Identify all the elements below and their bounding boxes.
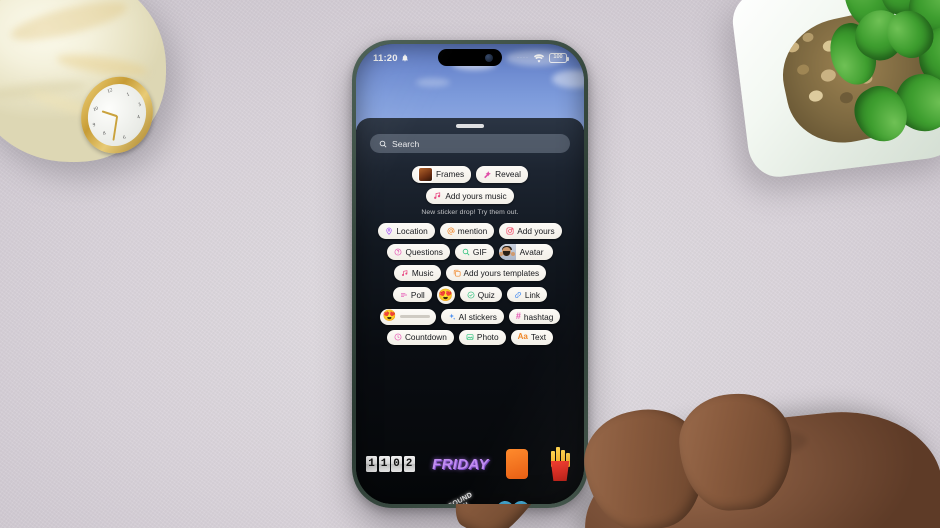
- hash-icon: #: [515, 311, 521, 321]
- search-placeholder: Search: [392, 138, 420, 149]
- chip-label: GIF: [472, 246, 487, 257]
- chip-quiz[interactable]: Quiz: [459, 286, 502, 303]
- succulent-in-white-pot: [729, 0, 940, 181]
- sticker-tray-sheet: Search Frames Reveal Add yours music New…: [356, 118, 584, 504]
- sound-on-sticker[interactable]: SOUNDON: [434, 492, 474, 504]
- sticker-row-2: Questions GIF Avatar: [356, 243, 584, 260]
- search-icon: [462, 248, 470, 256]
- chip-label: Music: [411, 267, 434, 278]
- chip-text[interactable]: Aa Text: [510, 329, 554, 345]
- marble-desk-clock: 12 3 6 9 1 4 8 10: [0, 0, 184, 174]
- heart-eyes-emoji: 😍: [438, 287, 454, 302]
- sticker-grid: 1 1 0 2 FRIDAY F: [356, 434, 584, 504]
- smartphone: 11:20 ···· 100 Search Frames Reveal Add …: [352, 40, 588, 508]
- signal-dots-icon: ····: [517, 55, 529, 61]
- phone-screen[interactable]: 11:20 ···· 100 Search Frames Reveal Add …: [356, 44, 584, 504]
- chip-label: Add yours music: [445, 190, 507, 201]
- sticker-row-6: Countdown Photo Aa Text: [356, 329, 584, 345]
- chip-photo[interactable]: Photo: [458, 329, 506, 345]
- pin-icon: [386, 227, 393, 235]
- sparkle-icon: [448, 313, 455, 320]
- chip-label: Photo: [476, 332, 499, 343]
- chip-label: Avatar: [519, 246, 544, 257]
- chip-location[interactable]: Location: [378, 223, 435, 239]
- chip-add-yours-music[interactable]: Add yours music: [426, 187, 514, 204]
- chip-avatar[interactable]: Avatar: [498, 243, 553, 260]
- photo-icon: [466, 334, 474, 341]
- status-time: 11:20: [373, 52, 398, 64]
- music-note-icon: [401, 269, 408, 276]
- status-bar: 11:20 ···· 100: [356, 44, 584, 72]
- chip-label: mention: [457, 225, 488, 236]
- featured-row-2: Add yours music: [356, 187, 584, 204]
- reveal-icon: [484, 170, 492, 178]
- orange-sticker[interactable]: [506, 449, 529, 479]
- chip-label: hashtag: [523, 311, 554, 322]
- chip-questions[interactable]: Questions: [387, 244, 450, 260]
- chip-ai-stickers[interactable]: AI stickers: [440, 308, 504, 325]
- music-note-icon: [434, 192, 441, 200]
- emoji-slider-track[interactable]: [400, 315, 430, 318]
- chip-label: Poll: [410, 289, 425, 300]
- chip-frames[interactable]: Frames: [412, 166, 472, 183]
- chip-countdown[interactable]: Countdown: [386, 329, 454, 345]
- sticker-grid-row: FRIYAY SOUNDON: [366, 490, 574, 504]
- chip-label: Add yours templates: [463, 267, 540, 278]
- chip-label: Reveal: [495, 169, 521, 180]
- blue-heart-sticker[interactable]: [497, 501, 529, 504]
- chip-gif[interactable]: GIF: [454, 244, 494, 260]
- chip-label: Link: [524, 289, 541, 300]
- chip-reveal[interactable]: Reveal: [476, 166, 528, 183]
- sticker-drop-note: New sticker drop! Try them out.: [421, 209, 519, 216]
- chip-hashtag[interactable]: # hashtag: [508, 308, 561, 325]
- at-icon: [447, 227, 455, 235]
- flip-clock-sticker[interactable]: 1 1 0 2: [366, 456, 415, 472]
- chip-label: Location: [396, 225, 428, 236]
- chip-music[interactable]: Music: [393, 265, 441, 281]
- avatar-thumbnail-icon: [498, 244, 516, 260]
- chip-rows: Frames Reveal Add yours music New sticke…: [356, 166, 584, 350]
- bell-icon: [401, 54, 408, 62]
- chip-label: Add yours: [517, 225, 555, 236]
- fries-sticker[interactable]: [546, 447, 574, 481]
- chip-label: Countdown: [404, 332, 447, 343]
- chip-link[interactable]: Link: [506, 286, 548, 303]
- question-circle-icon: [395, 248, 402, 256]
- sticker-row-1: Location mention Add yours: [356, 223, 584, 239]
- chip-label: Frames: [436, 169, 465, 180]
- heart-eyes-emoji: 😍: [382, 310, 397, 322]
- chip-label: Quiz: [477, 289, 495, 300]
- camera-icon: [506, 227, 514, 235]
- chip-poll[interactable]: Poll: [392, 286, 432, 303]
- chip-mention[interactable]: mention: [439, 223, 495, 239]
- sticker-row-3: Music Add yours templates: [356, 265, 584, 281]
- poll-icon: [400, 292, 407, 297]
- sheet-grabber[interactable]: [456, 124, 484, 128]
- friday-sticker[interactable]: FRIDAY: [432, 456, 489, 473]
- chip-label: Text: [530, 332, 547, 343]
- search-input[interactable]: Search: [370, 134, 570, 153]
- chip-label: Questions: [405, 246, 443, 257]
- featured-row-1: Frames Reveal: [356, 166, 584, 183]
- chip-label: AI stickers: [458, 311, 497, 322]
- chip-emoji-slider[interactable]: 😍: [379, 308, 436, 325]
- check-circle-icon: [467, 291, 475, 298]
- wifi-icon: [533, 53, 545, 63]
- aa-icon: Aa: [517, 332, 528, 342]
- photo-thumbnail-icon: [419, 167, 433, 181]
- templates-icon: [453, 269, 461, 277]
- chip-add-yours-templates[interactable]: Add yours templates: [445, 265, 547, 281]
- sticker-grid-row: 1 1 0 2 FRIDAY: [366, 438, 574, 490]
- link-icon: [514, 291, 521, 298]
- chip-emoji-heart-eyes[interactable]: 😍: [436, 285, 455, 304]
- search-icon: [379, 140, 387, 147]
- sticker-row-4: Poll 😍 Quiz Link: [356, 285, 584, 304]
- chip-add-yours[interactable]: Add yours: [499, 223, 562, 239]
- battery-level: 100: [553, 54, 563, 61]
- sound-on-label: SOUNDON: [447, 491, 474, 504]
- battery-indicator: 100: [549, 53, 569, 63]
- clock-icon: [394, 333, 402, 341]
- sticker-row-5: 😍 AI stickers # hashtag: [356, 308, 584, 325]
